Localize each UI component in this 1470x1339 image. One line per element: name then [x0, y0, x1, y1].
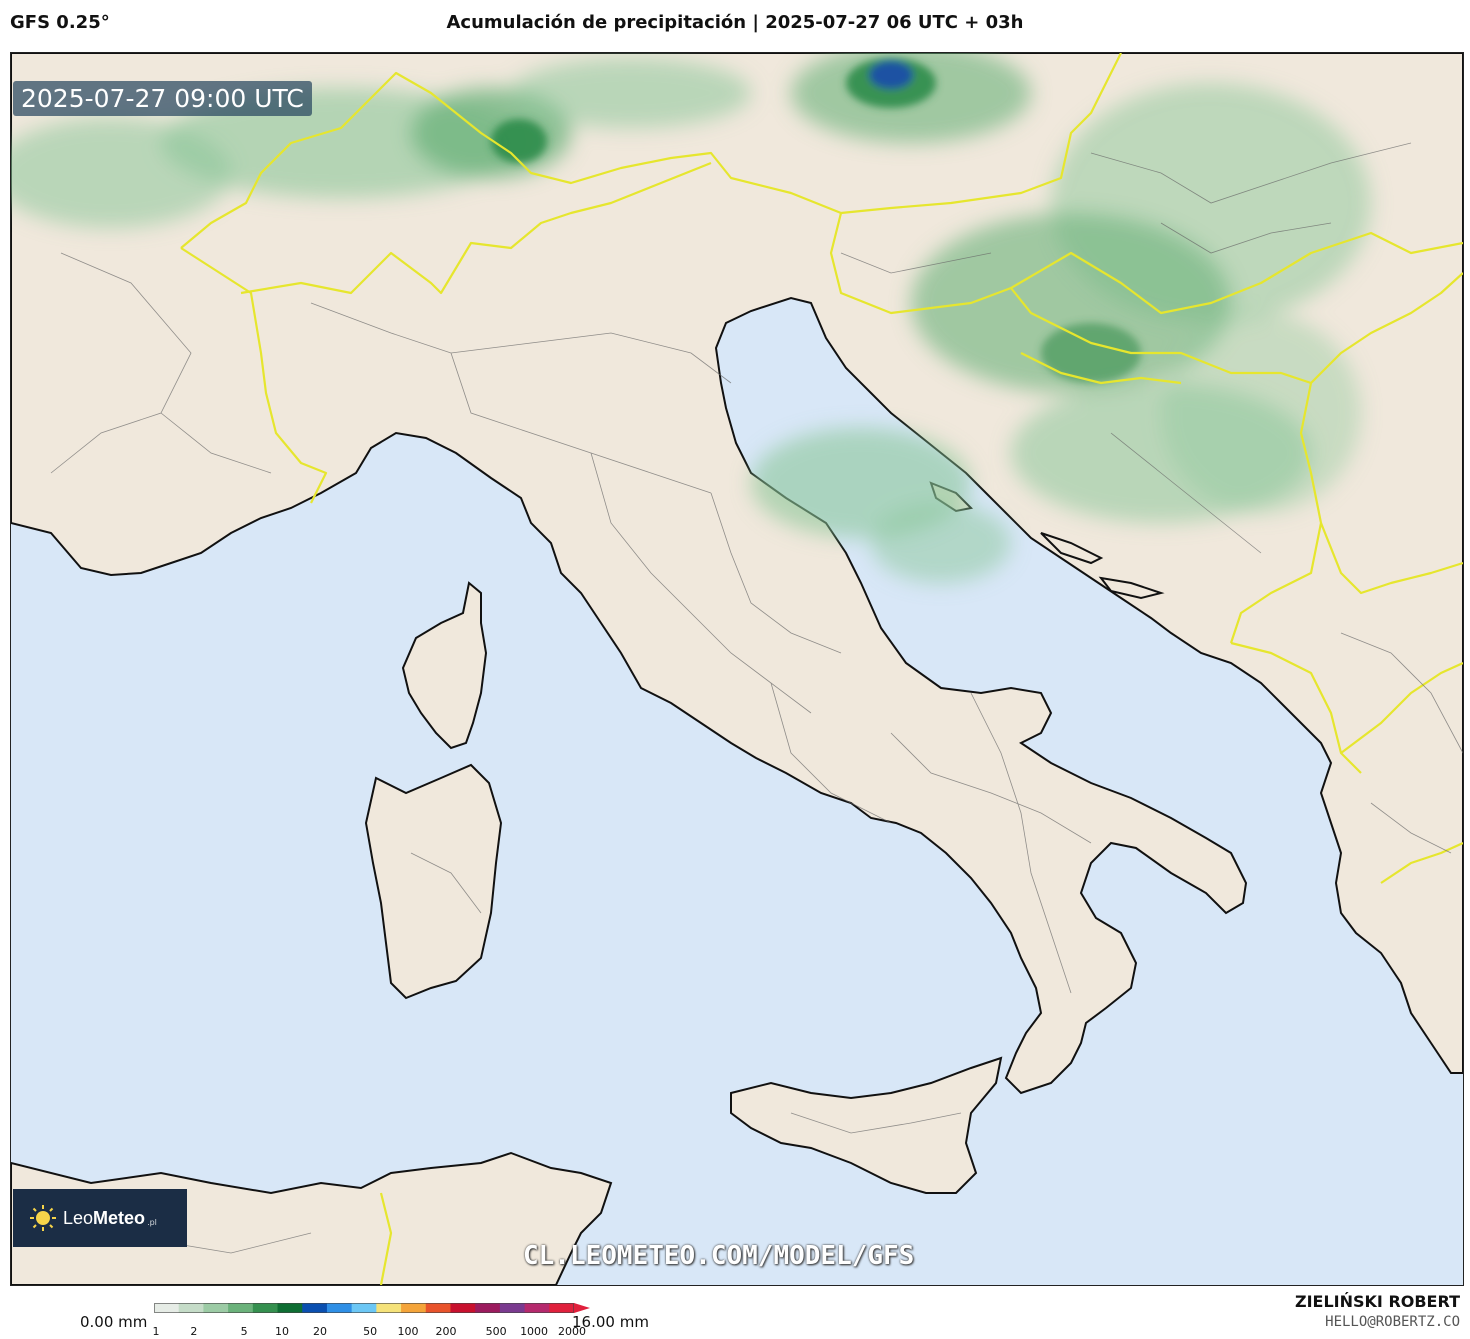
map-panel[interactable]: 2025-07-27 09:00 UTC LeoMeteo .pl CL.LEO… [10, 52, 1464, 1286]
colorbar-segment [302, 1303, 328, 1313]
map-canvas [11, 53, 1463, 1285]
legend-tick-label: 20 [312, 1325, 327, 1338]
legend-tick-label: 500 [485, 1325, 507, 1338]
colorbar-segment [228, 1303, 254, 1313]
logo-text: LeoMeteo [63, 1207, 146, 1228]
legend-tick-label: 5 [240, 1325, 248, 1338]
colorbar-segment [401, 1303, 427, 1313]
legend-tick-label: 2000 [558, 1325, 586, 1338]
site-url-watermark: CL.LEOMETEO.COM/MODEL/GFS [523, 1241, 915, 1271]
colorbar-segment [277, 1303, 303, 1313]
legend-tick-label: 200 [435, 1325, 457, 1338]
colorbar-segment [252, 1303, 279, 1313]
legend-tick-label: 100 [397, 1325, 419, 1338]
colorbar-segment [178, 1303, 204, 1313]
colorbar-segment [425, 1303, 451, 1313]
legend-tick-label: 1000 [520, 1325, 549, 1338]
legend-tick-label: 1 [152, 1325, 160, 1338]
colorbar-segment [450, 1303, 476, 1313]
colorbar-segment [351, 1303, 377, 1313]
colorbar-segment [549, 1303, 575, 1313]
legend-colorbar [154, 1303, 590, 1313]
author-email: HELLO@ROBERTZ.CO [1325, 1314, 1460, 1330]
logo-suffix: .pl [147, 1217, 157, 1227]
leometeo-logo[interactable]: LeoMeteo .pl [13, 1189, 187, 1247]
colorbar-segment [524, 1303, 550, 1313]
legend-min-label: 0.00 mm [80, 1313, 148, 1331]
colorbar-extend-arrow [574, 1303, 590, 1313]
sun-icon [30, 1205, 56, 1231]
map-title: Acumulación de precipitación | 2025-07-2… [446, 12, 1024, 33]
colorbar-segment [376, 1303, 402, 1313]
author-name: ZIELIŃSKI ROBERT [1294, 1292, 1460, 1311]
colorbar-segment [154, 1303, 180, 1313]
colorbar-segment [475, 1303, 501, 1313]
colorbar-segment [499, 1303, 526, 1313]
valid-time-stamp: 2025-07-27 09:00 UTC [13, 81, 312, 116]
legend-tick-label: 50 [363, 1325, 378, 1338]
colorbar-segment [203, 1303, 229, 1313]
legend-tick-label: 2 [190, 1325, 198, 1338]
legend-tick-label: 10 [275, 1325, 290, 1338]
colorbar-segment [326, 1303, 353, 1313]
